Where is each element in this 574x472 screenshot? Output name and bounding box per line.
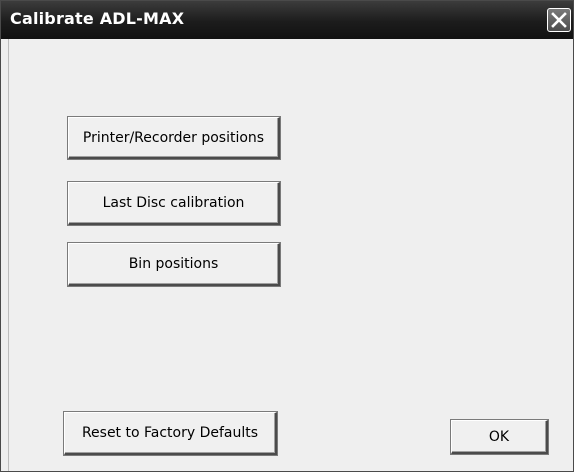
window-title: Calibrate ADL-MAX: [10, 9, 185, 28]
close-icon: [551, 12, 567, 28]
close-button[interactable]: [547, 8, 571, 32]
title-bar[interactable]: Calibrate ADL-MAX: [1, 1, 573, 39]
reset-factory-defaults-button[interactable]: Reset to Factory Defaults: [64, 412, 277, 455]
bin-positions-button[interactable]: Bin positions: [68, 243, 280, 286]
ok-button[interactable]: OK: [451, 420, 548, 454]
last-disc-calibration-button[interactable]: Last Disc calibration: [68, 182, 280, 225]
window-frame-left: [1, 39, 9, 471]
calibrate-dialog: Calibrate ADL-MAX Printer/Recorder posit…: [0, 0, 574, 472]
printer-recorder-positions-button[interactable]: Printer/Recorder positions: [68, 117, 280, 159]
